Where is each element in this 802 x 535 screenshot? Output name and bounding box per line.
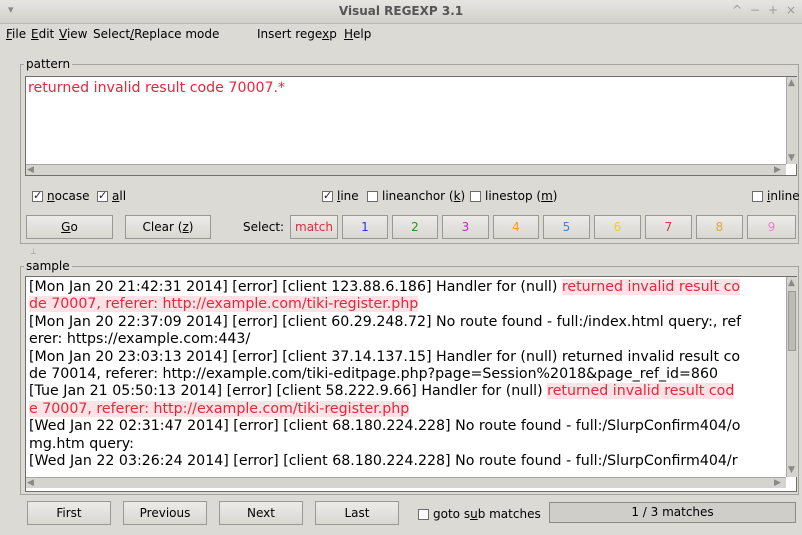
line-checkbox[interactable]: line xyxy=(322,189,359,203)
sample-line: de 70007, referer: http://example.com/ti… xyxy=(29,296,783,313)
match-highlight: e 70007, referer: http://example.com/tik… xyxy=(29,400,410,417)
scroll-left-icon[interactable]: ◀ xyxy=(27,478,34,488)
sample-text-segment: erer: https://example.com:443/ xyxy=(29,331,251,348)
last-button[interactable]: Last xyxy=(315,501,399,525)
sample-vertical-scrollbar[interactable]: ▲ ▼ xyxy=(786,277,797,477)
nocase-check-icon[interactable] xyxy=(32,189,43,202)
select-group-1-button[interactable]: 1 xyxy=(342,215,388,239)
sample-text-segment: mg.htm query: xyxy=(29,435,134,452)
nocase-checkbox[interactable]: nocase xyxy=(32,189,90,203)
inline-check-icon[interactable] xyxy=(752,190,763,202)
menu-view[interactable]: View xyxy=(59,27,87,41)
pattern-text[interactable]: returned invalid result code 70007.* xyxy=(28,80,285,96)
sample-horizontal-scrollbar[interactable]: ◀ ▶ xyxy=(26,477,786,488)
linestop-checkbox[interactable]: linestop (m) xyxy=(470,189,557,203)
select-label: Select: xyxy=(243,220,285,234)
sample-text-segment: [Mon Jan 20 23:03:13 2014] [error] [clie… xyxy=(29,348,741,365)
shade-icon[interactable]: ^ xyxy=(732,3,742,17)
inline-checkbox[interactable]: i nline xyxy=(752,189,800,203)
scroll-down-icon[interactable]: ▼ xyxy=(788,153,795,163)
lineanchor-check-icon[interactable] xyxy=(367,190,378,202)
pattern-horizontal-scrollbar[interactable]: ◀ ▶ xyxy=(26,164,786,175)
pattern-editor[interactable]: returned invalid result code 70007.* ▲ ▼… xyxy=(25,76,797,176)
previous-button[interactable]: Previous xyxy=(123,501,207,525)
sample-line: mg.htm query: xyxy=(29,436,783,453)
linestop-check-icon[interactable] xyxy=(470,190,481,202)
select-match-button[interactable]: match xyxy=(290,215,338,239)
menu-edit[interactable]: Edit xyxy=(31,27,54,41)
sample-line: [Wed Jan 22 03:26:24 2014] [error] [clie… xyxy=(29,453,783,470)
pattern-vertical-scrollbar[interactable]: ▲ ▼ xyxy=(786,77,797,164)
select-group-2-button[interactable]: 2 xyxy=(392,215,438,239)
sample-line: [Tue Jan 21 05:50:13 2014] [error] [clie… xyxy=(29,383,783,400)
menu-select-replace-mode[interactable]: Select/Replace mode xyxy=(93,27,219,41)
select-group-6-button[interactable]: 6 xyxy=(594,215,641,239)
sample-text-segment: [Wed Jan 22 02:31:47 2014] [error] [clie… xyxy=(29,418,741,435)
sample-text[interactable]: [Mon Jan 20 21:42:31 2014] [error] [clie… xyxy=(27,278,785,476)
splitter-handle-icon[interactable]: ⊥ xyxy=(30,247,37,256)
select-group-3-button[interactable]: 3 xyxy=(442,215,489,239)
all-check-icon[interactable] xyxy=(97,189,108,202)
sample-text-segment: [Mon Jan 20 21:42:31 2014] [error] [clie… xyxy=(29,279,562,295)
menu-insert-regexp[interactable]: Insert regexp xyxy=(257,27,337,41)
title-bar: ▾ Visual REGEXP 3.1 ^ − + × xyxy=(0,0,802,24)
select-group-5-button[interactable]: 5 xyxy=(543,215,590,239)
select-group-9-button[interactable]: 9 xyxy=(747,215,796,239)
sample-text-segment: de 70014, referer: http://example.com/ti… xyxy=(29,365,718,382)
sample-text-segment: [Wed Jan 22 03:26:24 2014] [error] [clie… xyxy=(29,452,738,469)
scroll-up-icon[interactable]: ▲ xyxy=(788,278,795,288)
sample-label: sample xyxy=(24,259,72,273)
sample-line: [Wed Jan 22 02:31:47 2014] [error] [clie… xyxy=(29,418,783,435)
close-icon[interactable]: × xyxy=(786,3,796,17)
sample-line: erer: https://example.com:443/ xyxy=(29,331,783,348)
sample-line: de 70014, referer: http://example.com/ti… xyxy=(29,366,783,383)
window-title: Visual REGEXP 3.1 xyxy=(338,4,464,18)
first-button[interactable]: First xyxy=(27,501,111,525)
goto-sub-matches-checkbox[interactable]: goto sub matches xyxy=(418,507,541,521)
scroll-right-icon[interactable]: ▶ xyxy=(774,165,781,175)
select-group-4-button[interactable]: 4 xyxy=(493,215,539,239)
scroll-up-icon[interactable]: ▲ xyxy=(788,78,795,88)
select-group-8-button[interactable]: 8 xyxy=(696,215,743,239)
sample-line: [Mon Jan 20 22:37:09 2014] [error] [clie… xyxy=(29,314,783,331)
match-highlight: returned invalid result co xyxy=(561,279,741,295)
match-highlight: de 70007, referer: http://example.com/ti… xyxy=(29,296,419,313)
sample-line: [Mon Jan 20 21:42:31 2014] [error] [clie… xyxy=(29,279,783,296)
minimize-icon[interactable]: − xyxy=(750,3,760,17)
menu-help[interactable]: Help xyxy=(344,27,371,41)
scroll-thumb[interactable] xyxy=(788,291,796,351)
menu-bar: File Edit View Select/Replace mode Inser… xyxy=(0,24,802,46)
sample-line: e 70007, referer: http://example.com/tik… xyxy=(29,400,783,418)
next-button[interactable]: Next xyxy=(219,501,303,525)
match-highlight: returned invalid result cod xyxy=(547,383,735,400)
match-status: 1 / 3 matches xyxy=(549,502,796,523)
pattern-label: pattern xyxy=(24,57,73,71)
sample-line: [Mon Jan 20 23:03:13 2014] [error] [clie… xyxy=(29,349,783,366)
select-group-7-button[interactable]: 7 xyxy=(645,215,692,239)
lineanchor-checkbox[interactable]: lineanchor (k) xyxy=(367,189,465,203)
goto-sub-matches-check-icon[interactable] xyxy=(418,508,429,520)
menu-file[interactable]: File xyxy=(6,27,26,41)
line-check-icon[interactable] xyxy=(322,189,333,202)
go-button[interactable]: Go xyxy=(26,215,113,239)
scroll-right-icon[interactable]: ▶ xyxy=(774,478,781,488)
scroll-down-icon[interactable]: ▼ xyxy=(788,465,795,475)
clear-button[interactable]: Clear (z) xyxy=(125,215,211,239)
sample-text-segment: [Tue Jan 21 05:50:13 2014] [error] [clie… xyxy=(29,383,548,400)
all-checkbox[interactable]: all xyxy=(97,189,126,203)
sample-text-segment: [Mon Jan 20 22:37:09 2014] [error] [clie… xyxy=(29,313,742,330)
maximize-icon[interactable]: + xyxy=(768,3,778,17)
scroll-left-icon[interactable]: ◀ xyxy=(27,165,34,175)
